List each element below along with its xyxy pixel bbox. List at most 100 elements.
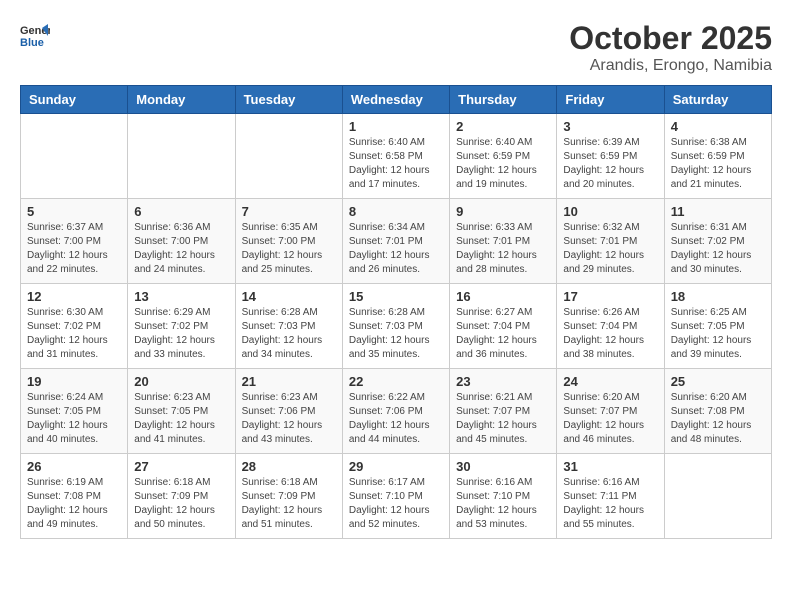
col-header-wednesday: Wednesday <box>342 86 449 114</box>
page-header: General Blue October 2025 Arandis, Erong… <box>20 20 772 75</box>
day-info: Sunrise: 6:34 AM Sunset: 7:01 PM Dayligh… <box>349 221 443 277</box>
day-info: Sunrise: 6:28 AM Sunset: 7:03 PM Dayligh… <box>242 306 336 362</box>
calendar-cell: 3 Sunrise: 6:39 AM Sunset: 6:59 PM Daylig… <box>557 114 664 199</box>
calendar-cell: 31Sunrise: 6:16 AM Sunset: 7:11 PM Dayli… <box>557 454 664 539</box>
day-info: Sunrise: 6:39 AM Sunset: 6:59 PM Dayligh… <box>563 136 657 192</box>
day-number: 19 <box>27 374 121 389</box>
calendar-cell: 2 Sunrise: 6:40 AM Sunset: 6:59 PM Daylig… <box>450 114 557 199</box>
day-info: Sunrise: 6:25 AM Sunset: 7:05 PM Dayligh… <box>671 306 765 362</box>
day-info: Sunrise: 6:27 AM Sunset: 7:04 PM Dayligh… <box>456 306 550 362</box>
col-header-sunday: Sunday <box>21 86 128 114</box>
day-info: Sunrise: 6:21 AM Sunset: 7:07 PM Dayligh… <box>456 391 550 447</box>
calendar-cell: 19Sunrise: 6:24 AM Sunset: 7:05 PM Dayli… <box>21 369 128 454</box>
calendar-cell: 10 Sunrise: 6:32 AM Sunset: 7:01 PM Dayli… <box>557 199 664 284</box>
calendar-cell <box>128 114 235 199</box>
day-number: 9 <box>456 204 550 219</box>
day-number: 24 <box>563 374 657 389</box>
col-header-saturday: Saturday <box>664 86 771 114</box>
day-info: Sunrise: 6:22 AM Sunset: 7:06 PM Dayligh… <box>349 391 443 447</box>
day-number: 1 <box>349 119 443 134</box>
calendar-cell <box>21 114 128 199</box>
day-number: 20 <box>134 374 228 389</box>
calendar-cell: 5 Sunrise: 6:37 AM Sunset: 7:00 PM Daylig… <box>21 199 128 284</box>
calendar-cell: 1 Sunrise: 6:40 AM Sunset: 6:58 PM Daylig… <box>342 114 449 199</box>
month-title: October 2025 <box>569 20 772 57</box>
day-number: 23 <box>456 374 550 389</box>
calendar-cell: 30 Sunrise: 6:16 AM Sunset: 7:10 PM Dayli… <box>450 454 557 539</box>
calendar-cell: 8Sunrise: 6:34 AM Sunset: 7:01 PM Daylig… <box>342 199 449 284</box>
day-number: 14 <box>242 289 336 304</box>
day-number: 5 <box>27 204 121 219</box>
day-number: 28 <box>242 459 336 474</box>
day-info: Sunrise: 6:32 AM Sunset: 7:01 PM Dayligh… <box>563 221 657 277</box>
day-number: 4 <box>671 119 765 134</box>
day-info: Sunrise: 6:31 AM Sunset: 7:02 PM Dayligh… <box>671 221 765 277</box>
day-info: Sunrise: 6:37 AM Sunset: 7:00 PM Dayligh… <box>27 221 121 277</box>
day-info: Sunrise: 6:40 AM Sunset: 6:59 PM Dayligh… <box>456 136 550 192</box>
calendar-cell: 12Sunrise: 6:30 AM Sunset: 7:02 PM Dayli… <box>21 284 128 369</box>
calendar-cell: 23 Sunrise: 6:21 AM Sunset: 7:07 PM Dayli… <box>450 369 557 454</box>
calendar-table: SundayMondayTuesdayWednesdayThursdayFrid… <box>20 85 772 539</box>
day-number: 26 <box>27 459 121 474</box>
day-info: Sunrise: 6:17 AM Sunset: 7:10 PM Dayligh… <box>349 476 443 532</box>
day-info: Sunrise: 6:30 AM Sunset: 7:02 PM Dayligh… <box>27 306 121 362</box>
calendar-cell: 29 Sunrise: 6:17 AM Sunset: 7:10 PM Dayli… <box>342 454 449 539</box>
calendar-cell: 21 Sunrise: 6:23 AM Sunset: 7:06 PM Dayli… <box>235 369 342 454</box>
logo: General Blue <box>20 20 54 50</box>
day-info: Sunrise: 6:28 AM Sunset: 7:03 PM Dayligh… <box>349 306 443 362</box>
col-header-tuesday: Tuesday <box>235 86 342 114</box>
day-number: 16 <box>456 289 550 304</box>
day-info: Sunrise: 6:40 AM Sunset: 6:58 PM Dayligh… <box>349 136 443 192</box>
calendar-cell: 20 Sunrise: 6:23 AM Sunset: 7:05 PM Dayli… <box>128 369 235 454</box>
day-number: 31 <box>563 459 657 474</box>
day-info: Sunrise: 6:20 AM Sunset: 7:08 PM Dayligh… <box>671 391 765 447</box>
calendar-cell: 18 Sunrise: 6:25 AM Sunset: 7:05 PM Dayli… <box>664 284 771 369</box>
day-number: 21 <box>242 374 336 389</box>
calendar-cell: 26 Sunrise: 6:19 AM Sunset: 7:08 PM Dayli… <box>21 454 128 539</box>
day-number: 7 <box>242 204 336 219</box>
col-header-friday: Friday <box>557 86 664 114</box>
logo-icon: General Blue <box>20 20 50 50</box>
day-info: Sunrise: 6:23 AM Sunset: 7:06 PM Dayligh… <box>242 391 336 447</box>
calendar-cell: 4 Sunrise: 6:38 AM Sunset: 6:59 PM Daylig… <box>664 114 771 199</box>
col-header-thursday: Thursday <box>450 86 557 114</box>
day-number: 18 <box>671 289 765 304</box>
calendar-cell: 22 Sunrise: 6:22 AM Sunset: 7:06 PM Dayli… <box>342 369 449 454</box>
day-number: 25 <box>671 374 765 389</box>
day-info: Sunrise: 6:18 AM Sunset: 7:09 PM Dayligh… <box>134 476 228 532</box>
day-info: Sunrise: 6:16 AM Sunset: 7:10 PM Dayligh… <box>456 476 550 532</box>
day-info: Sunrise: 6:26 AM Sunset: 7:04 PM Dayligh… <box>563 306 657 362</box>
week-row-2: 5 Sunrise: 6:37 AM Sunset: 7:00 PM Daylig… <box>21 199 772 284</box>
location-title: Arandis, Erongo, Namibia <box>569 57 772 75</box>
calendar-header-row: SundayMondayTuesdayWednesdayThursdayFrid… <box>21 86 772 114</box>
day-info: Sunrise: 6:33 AM Sunset: 7:01 PM Dayligh… <box>456 221 550 277</box>
day-number: 6 <box>134 204 228 219</box>
calendar-cell: 28 Sunrise: 6:18 AM Sunset: 7:09 PM Dayli… <box>235 454 342 539</box>
calendar-cell: 7Sunrise: 6:35 AM Sunset: 7:00 PM Daylig… <box>235 199 342 284</box>
week-row-1: 1 Sunrise: 6:40 AM Sunset: 6:58 PM Daylig… <box>21 114 772 199</box>
day-info: Sunrise: 6:18 AM Sunset: 7:09 PM Dayligh… <box>242 476 336 532</box>
calendar-cell: 13 Sunrise: 6:29 AM Sunset: 7:02 PM Dayli… <box>128 284 235 369</box>
day-number: 13 <box>134 289 228 304</box>
day-number: 17 <box>563 289 657 304</box>
day-number: 10 <box>563 204 657 219</box>
day-info: Sunrise: 6:23 AM Sunset: 7:05 PM Dayligh… <box>134 391 228 447</box>
day-number: 11 <box>671 204 765 219</box>
day-info: Sunrise: 6:19 AM Sunset: 7:08 PM Dayligh… <box>27 476 121 532</box>
calendar-cell <box>664 454 771 539</box>
calendar-cell: 6 Sunrise: 6:36 AM Sunset: 7:00 PM Daylig… <box>128 199 235 284</box>
week-row-4: 19Sunrise: 6:24 AM Sunset: 7:05 PM Dayli… <box>21 369 772 454</box>
day-number: 2 <box>456 119 550 134</box>
day-number: 15 <box>349 289 443 304</box>
col-header-monday: Monday <box>128 86 235 114</box>
day-info: Sunrise: 6:36 AM Sunset: 7:00 PM Dayligh… <box>134 221 228 277</box>
day-info: Sunrise: 6:20 AM Sunset: 7:07 PM Dayligh… <box>563 391 657 447</box>
day-number: 30 <box>456 459 550 474</box>
day-number: 3 <box>563 119 657 134</box>
calendar-cell <box>235 114 342 199</box>
day-info: Sunrise: 6:29 AM Sunset: 7:02 PM Dayligh… <box>134 306 228 362</box>
day-info: Sunrise: 6:38 AM Sunset: 6:59 PM Dayligh… <box>671 136 765 192</box>
title-block: October 2025 Arandis, Erongo, Namibia <box>569 20 772 75</box>
day-number: 29 <box>349 459 443 474</box>
day-number: 22 <box>349 374 443 389</box>
